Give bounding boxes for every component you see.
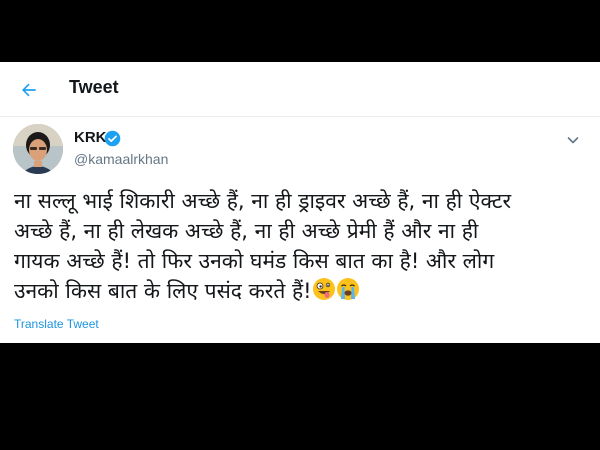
tweet-header: Tweet [0,62,600,117]
page-title: Tweet [69,77,119,97]
crying-face-emoji [336,277,360,309]
tweet-card: Tweet KRK @kamaalrkhan ना सल्लू भाई शिका… [0,62,600,343]
chevron-down-icon[interactable] [565,132,581,148]
translate-tweet-link[interactable]: Translate Tweet [14,317,99,331]
avatar-image [13,124,63,174]
back-arrow-icon [22,83,36,97]
tweet-body: ना सल्लू भाई शिकारी अच्छे हैं, ना ही ड्र… [14,189,512,303]
avatar[interactable] [13,124,63,174]
zany-face-emoji [312,277,336,309]
tweet-text: ना सल्लू भाई शिकारी अच्छे हैं, ना ही ड्र… [14,186,590,309]
verified-badge-icon [104,130,121,147]
back-button[interactable] [14,75,44,105]
author-handle[interactable]: @kamaalrkhan [74,151,168,167]
author-name[interactable]: KRK [74,129,107,146]
